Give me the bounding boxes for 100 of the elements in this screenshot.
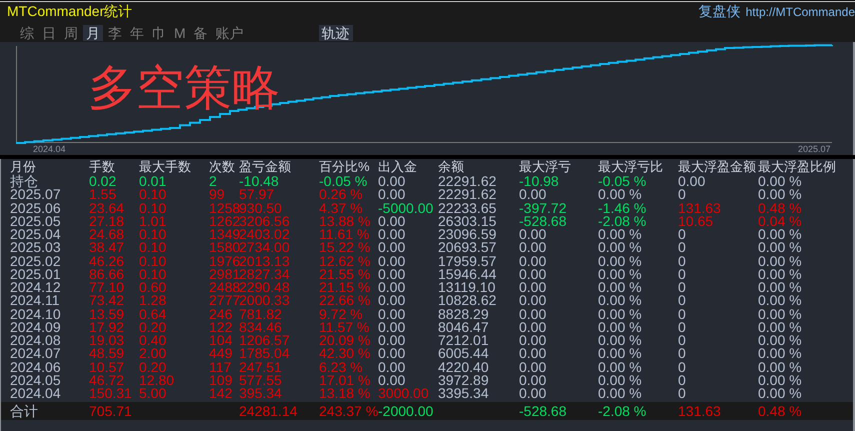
table-cell-text: 2013.13 [239, 254, 291, 268]
table-cell-text: 46.72 [89, 374, 126, 387]
table-cell-text: 0.00 [378, 241, 406, 254]
table-cell-text: 930.50 [239, 202, 283, 215]
table-cell-text: 0.00 [519, 254, 548, 268]
table-cell-text: -0.05 % [319, 175, 368, 188]
table-cell-text: 20693.57 [438, 241, 498, 254]
table-cell-text: 0 [678, 360, 687, 374]
table-cell-text: 0.00 % [598, 241, 643, 254]
axis-label: 2025.07 [798, 144, 831, 154]
table-cell-text: 0 [678, 320, 687, 334]
table-cell: 1258 [209, 202, 239, 215]
table-cell-text: 131.63 [678, 404, 722, 418]
table-cell-text: 2025.05 [10, 214, 62, 228]
table-cell-text: 20.09 % [319, 334, 372, 348]
table-cell-text: 2024.07 [10, 347, 62, 360]
table-cell-text: 2025.06 [10, 202, 62, 215]
table-cell-text: 2827.34 [239, 268, 291, 281]
table-cell-text: 0.00 [519, 308, 548, 321]
table-cell-text: 15946.44 [438, 268, 498, 281]
table-cell-text: 0.00 [378, 347, 406, 360]
table-cell-text: 1.28 [139, 294, 168, 308]
table-cell-text: 0.48 % [758, 202, 803, 215]
table-cell-text: 0.00 % [758, 374, 803, 387]
table-cell-text: 0.00 % [598, 188, 642, 202]
table-cell-text: -10.48 [239, 175, 280, 188]
period-tab[interactable]: 综 [17, 25, 37, 41]
table-cell-text: -0.05 % [598, 175, 648, 188]
table-cell-text: -2.08 % [598, 214, 648, 228]
period-tab[interactable]: 李 [105, 25, 125, 41]
table-cell-text: 7212.01 [438, 334, 490, 348]
column-header: 次数 [209, 160, 236, 174]
table-cell-text: 0.00 [378, 294, 406, 308]
table-cell-text: 142 [209, 387, 234, 400]
table-cell-text: 2024.09 [10, 320, 62, 334]
table-cell-text: 577.55 [239, 374, 283, 387]
period-tab[interactable]: 年 [127, 25, 147, 41]
table-cell-text: -2000.00 [378, 404, 434, 418]
table-cell-text: 0.00 % [758, 175, 803, 188]
table-cell-text: 0.00 [378, 334, 406, 348]
period-tab[interactable]: 备 [190, 25, 211, 41]
table-cell-text: 0.00 [519, 320, 548, 334]
table-cell: 2488 [209, 281, 239, 294]
table-cell-text: 0.00 % [598, 281, 643, 294]
table-cell-text: 0 [678, 188, 686, 202]
table-cell-text: 27.18 [89, 214, 126, 228]
table-cell-text: 0.00 % [758, 308, 803, 321]
table-cell-text: 3000.00 [378, 387, 430, 400]
table-cell-text: 0 [678, 387, 687, 400]
column-header: 手数 [89, 160, 116, 174]
period-tab[interactable]: 日 [39, 25, 59, 41]
table-cell-text: 117 [209, 360, 232, 374]
view-tab[interactable]: 轨迹 [318, 25, 353, 41]
table-cell-text: 449 [209, 347, 234, 360]
table-cell-text: -528.68 [519, 214, 568, 228]
period-tab[interactable]: 周 [61, 25, 81, 41]
period-tab[interactable]: 账户 [212, 25, 247, 41]
url-link[interactable]: http://MTCommande [746, 5, 855, 19]
table-cell-text: 0.20 [139, 320, 168, 334]
table-cell-text: 23.64 [89, 202, 126, 215]
column-header: 余额 [438, 160, 465, 174]
table-cell-text: 705.71 [89, 404, 133, 418]
table-cell-text: 0.00 % [758, 228, 803, 242]
table-cell-text: 0.10 [139, 254, 168, 268]
table-cell-text: 1785.04 [239, 347, 291, 360]
column-header: 最大浮亏比 [598, 160, 664, 174]
table-cell-text: 0.10 [139, 228, 168, 242]
table-cell-text: 2024.12 [10, 281, 62, 294]
table-cell-text: 2025.01 [10, 268, 62, 281]
period-tab[interactable]: 月 [83, 25, 103, 41]
table-cell-text: 0.00 [519, 268, 548, 281]
table-cell-text: 0.00 [378, 228, 406, 242]
table-cell-text: 0.00 [678, 175, 706, 188]
table-cell-text: 0.00 [519, 334, 548, 348]
table-cell-text: 17.92 [89, 320, 126, 334]
table-cell-text: -397.72 [519, 202, 568, 215]
table-cell-text: 2025.04 [10, 228, 62, 242]
table-cell-text: 0.00 [378, 188, 406, 202]
table-cell-text: 1206.57 [239, 334, 291, 348]
table-cell-text: 22291.62 [438, 175, 498, 188]
table-cell-text: 834.46 [239, 320, 283, 334]
table-cell-text: 2734.00 [239, 241, 291, 254]
table-cell-text: 15.22 % [319, 241, 372, 254]
table-cell: 2777 [209, 294, 239, 308]
period-tab[interactable]: 巾 [149, 25, 169, 41]
table-cell: 1262 [209, 214, 239, 228]
table-cell-text: 0 [678, 268, 687, 281]
table-cell-text: -5000.00 [378, 202, 434, 215]
window-title: MTCommander统计 [7, 3, 132, 21]
table-cell-text: 0.00 % [758, 241, 803, 254]
table-cell-text: 0.00 % [758, 254, 803, 268]
table-cell-text: 0.00 [519, 374, 548, 387]
table-cell-text: 0.00 [519, 347, 548, 360]
table-cell-text: 合计 [10, 404, 39, 418]
table-cell-text: 0.00 [378, 281, 406, 294]
table-cell-text: 0.00 [378, 175, 406, 188]
period-tab[interactable]: M [171, 25, 189, 41]
column-header: 出入金 [378, 160, 418, 174]
table-cell-text: 2024.10 [10, 308, 62, 321]
table-cell-text: 0.00 % [598, 228, 642, 242]
